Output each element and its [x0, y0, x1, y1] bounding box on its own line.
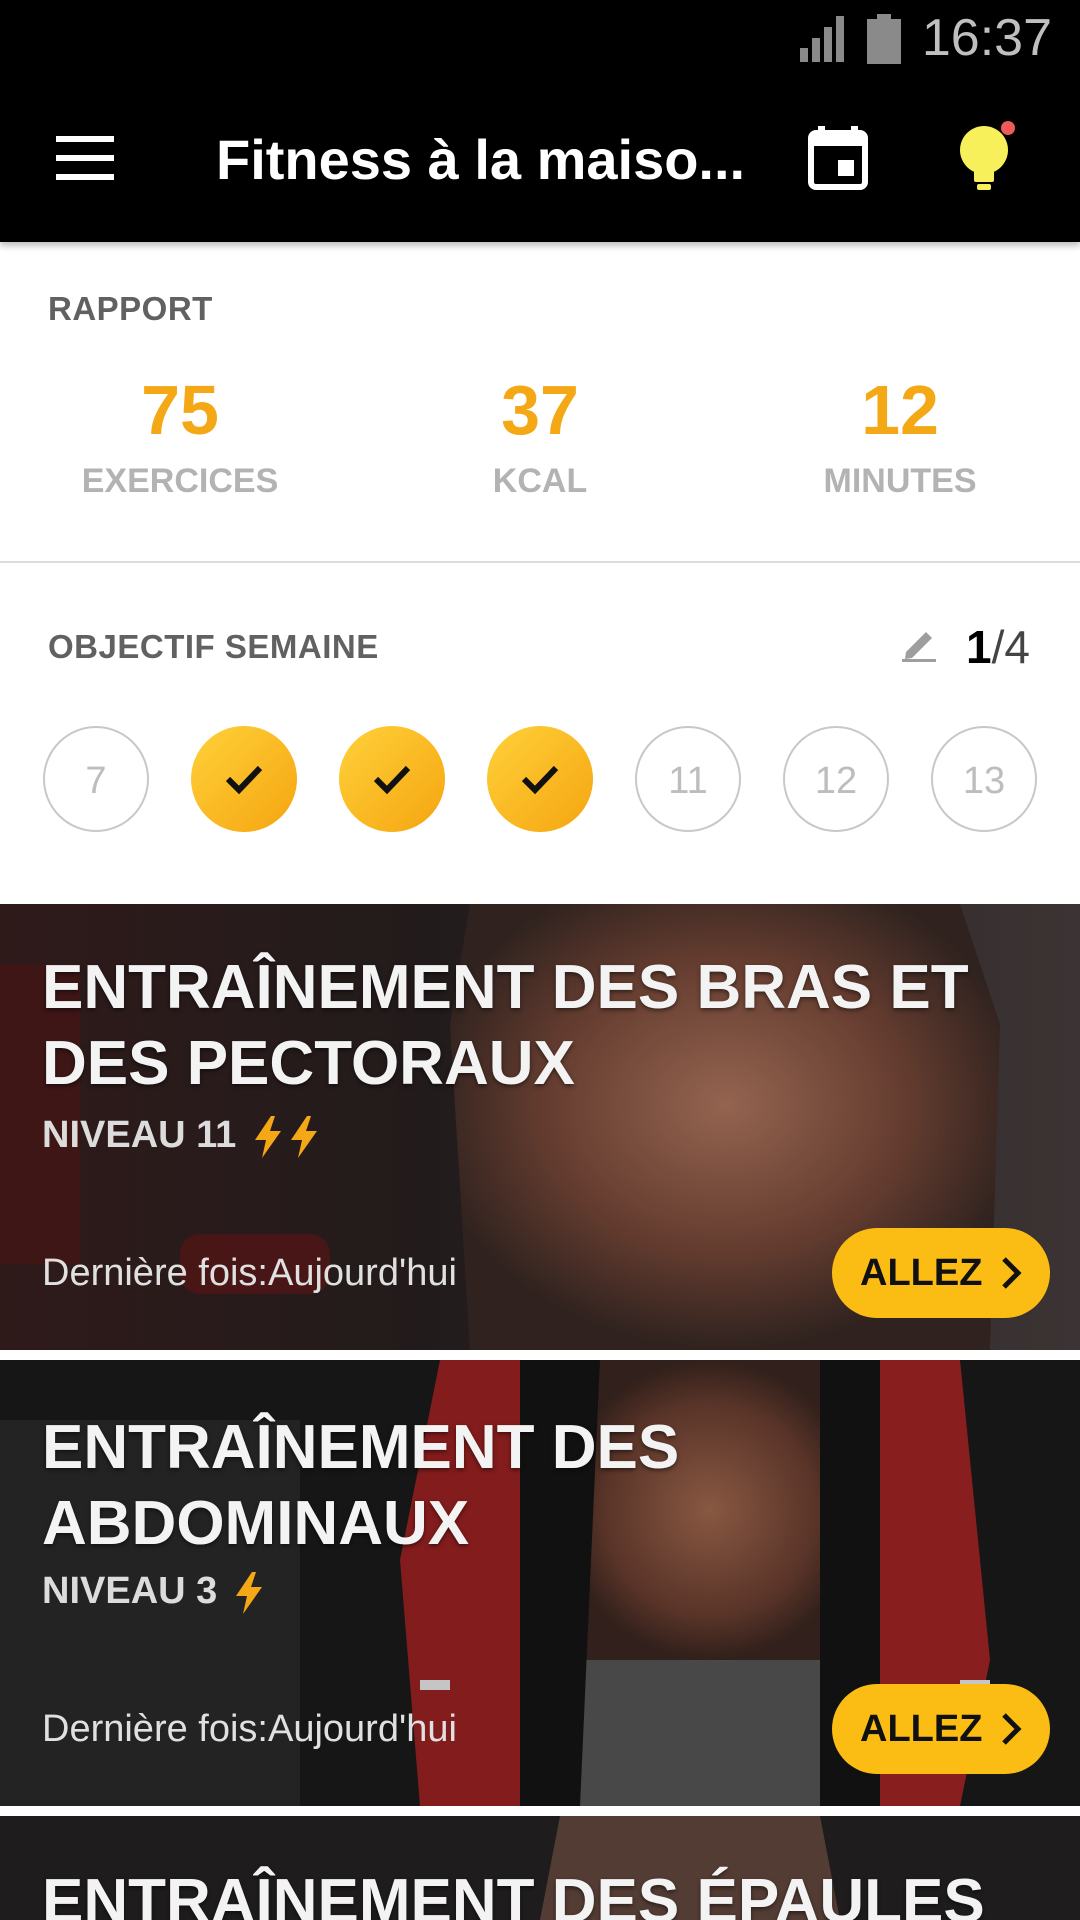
day-circle-completed[interactable] [339, 726, 445, 832]
pencil-icon[interactable] [902, 624, 936, 662]
check-icon [225, 765, 263, 795]
calendar-icon[interactable] [808, 126, 868, 190]
bolt-icon [235, 1571, 262, 1614]
go-button-label: ALLEZ [860, 1251, 983, 1294]
day-circle[interactable]: 7 [43, 726, 149, 832]
status-bar: 16:37 [0, 0, 1080, 80]
day-circle[interactable]: 13 [931, 726, 1037, 832]
weekly-goal-title: OBJECTIF SEMAINE [48, 628, 379, 665]
stat-value: 12 [861, 371, 939, 449]
day-circle[interactable]: 12 [783, 726, 889, 832]
weekly-goal-counter[interactable]: 1/4 [966, 620, 1030, 674]
check-icon [521, 765, 559, 795]
go-button[interactable]: ALLEZ [832, 1228, 1050, 1318]
section-divider [0, 561, 1080, 563]
lightbulb-icon[interactable] [950, 118, 1022, 196]
bolt-icon [254, 1115, 281, 1158]
stat-label: KCAL [492, 462, 588, 500]
workout-card-abs[interactable]: ENTRAÎNEMENT DES ABDOMINAUX NIVEAU 3 Der… [0, 1360, 1080, 1806]
goal-total: /4 [991, 621, 1030, 673]
workout-level-label: NIVEAU 3 [42, 1570, 218, 1612]
status-time: 16:37 [921, 9, 1052, 67]
workout-title: ENTRAÎNEMENT DES ABDOMINAUX [42, 1413, 680, 1558]
stat-label: MINUTES [823, 462, 977, 500]
stat-value: 75 [141, 371, 219, 449]
check-icon [373, 765, 411, 795]
workout-title: ENTRAÎNEMENT DES ÉPAULES [42, 1867, 985, 1920]
battery-icon [867, 14, 901, 64]
menu-icon[interactable] [56, 136, 114, 180]
workout-last-time: Dernière fois:Aujourd'hui [42, 1708, 457, 1750]
day-circle-completed[interactable] [487, 726, 593, 832]
go-button[interactable]: ALLEZ [832, 1684, 1050, 1774]
day-circle-completed[interactable] [191, 726, 297, 832]
signal-icon [800, 16, 844, 62]
stat-value: 37 [501, 371, 579, 449]
workout-title: ENTRAÎNEMENT DES BRAS ET DES PECTORAUX [42, 953, 969, 1098]
toolbar-title: Fitness à la maiso... [216, 128, 746, 191]
stat-label: EXERCICES [81, 462, 279, 500]
chevron-right-icon [1002, 1713, 1022, 1745]
bolt-icon [290, 1115, 317, 1158]
chevron-right-icon [1002, 1257, 1022, 1289]
workout-last-time: Dernière fois:Aujourd'hui [42, 1252, 457, 1294]
day-circle[interactable]: 11 [635, 726, 741, 832]
workout-card-arms-chest[interactable]: ENTRAÎNEMENT DES BRAS ET DES PECTORAUX N… [0, 904, 1080, 1350]
workout-level: NIVEAU 11 [42, 1114, 319, 1158]
workout-level: NIVEAU 3 [42, 1570, 264, 1614]
stat-minutes: 12 MINUTES [750, 370, 1050, 501]
goal-done-count: 1 [966, 621, 992, 673]
stat-kcal: 37 KCAL [390, 370, 690, 501]
workout-level-label: NIVEAU 11 [42, 1114, 237, 1156]
report-title: RAPPORT [48, 290, 213, 327]
workout-card-shoulders[interactable]: ENTRAÎNEMENT DES ÉPAULES [0, 1816, 1080, 1920]
go-button-label: ALLEZ [860, 1707, 983, 1750]
app-toolbar: Fitness à la maiso... [0, 80, 1080, 242]
stat-exercises: 75 EXERCICES [30, 370, 330, 501]
